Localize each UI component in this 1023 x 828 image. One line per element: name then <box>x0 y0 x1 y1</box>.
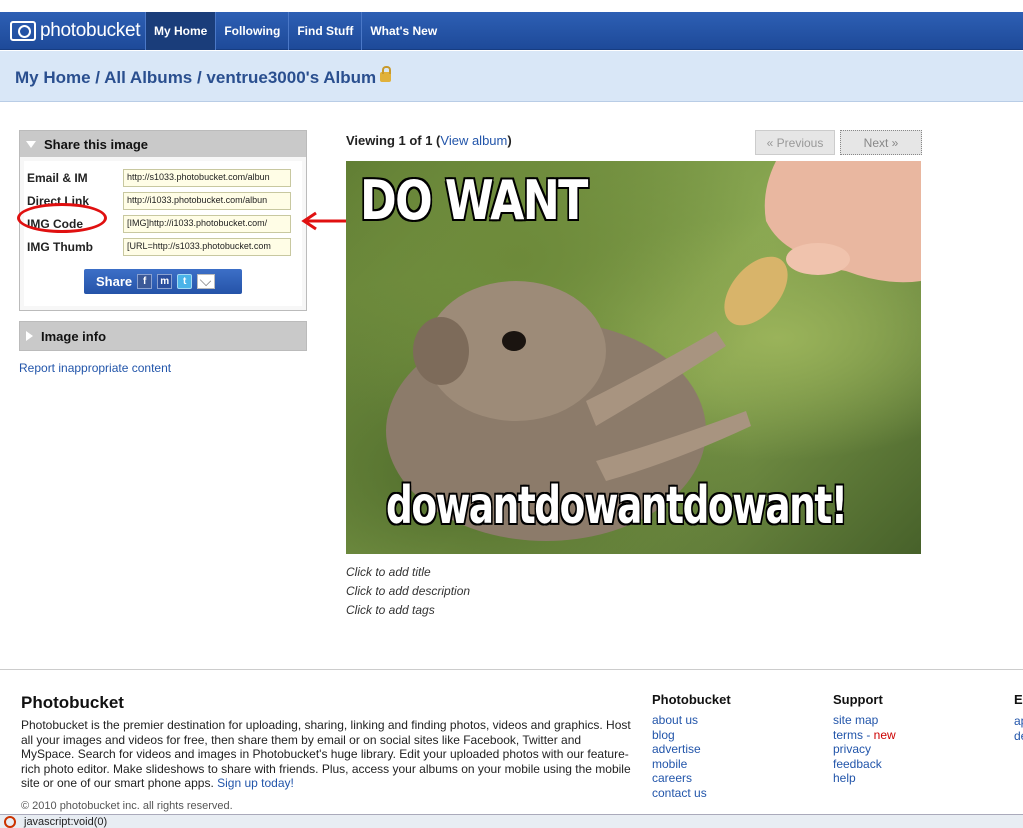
footer-link-careers[interactable]: careers <box>652 771 731 786</box>
lock-icon <box>380 66 392 82</box>
footer-link-privacy[interactable]: privacy <box>833 742 896 757</box>
share-row-thumb: IMG Thumb [URL=http://s1033.photobucket.… <box>27 238 291 256</box>
footer-link-feedback[interactable]: feedback <box>833 757 896 772</box>
share-row-img-code: IMG Code [IMG]http://i1033.photobucket.c… <box>17 203 291 233</box>
footer-link-help[interactable]: help <box>833 771 896 786</box>
main-photo: DO WANT dowantdowantdowant! <box>346 161 921 554</box>
nav-find-stuff[interactable]: Find Stuff <box>288 12 361 50</box>
red-arrow-annotation <box>301 211 350 231</box>
add-title-link[interactable]: Click to add title <box>346 565 431 579</box>
share-panel: Share this image Email & IM http://s1033… <box>17 130 307 311</box>
meme-caption-bottom: dowantdowantdowant! <box>386 476 848 536</box>
share-panel-body: Email & IM http://s1033.photobucket.com/… <box>17 161 302 306</box>
previous-button[interactable]: « Previous <box>755 130 835 155</box>
img-thumb-field[interactable]: [URL=http://s1033.photobucket.com <box>123 238 291 256</box>
report-link[interactable]: Report inappropriate content <box>19 361 171 375</box>
footer-link-site-map[interactable]: site map <box>833 713 896 728</box>
new-badge: new <box>873 727 896 742</box>
logo-text: photobucket <box>40 20 141 41</box>
browser-status-bar: javascript:void(0) <box>0 814 1023 828</box>
footer-link-mobile[interactable]: mobile <box>652 757 731 772</box>
myspace-icon[interactable]: m <box>157 274 173 289</box>
top-nav-bar: photobucket My Home Following Find Stuff… <box>0 12 1023 50</box>
twitter-icon[interactable]: t <box>177 274 193 289</box>
footer-link-blog[interactable]: blog <box>652 728 731 743</box>
squirrel-eye-shape <box>502 331 526 351</box>
email-im-field[interactable]: http://s1033.photobucket.com/albun <box>123 169 291 187</box>
meme-caption-top: DO WANT <box>360 169 588 232</box>
viewing-close: ) <box>507 133 512 148</box>
finger-shape <box>786 243 850 275</box>
share-panel-header[interactable]: Share this image <box>20 131 306 157</box>
footer-col-heading: Support <box>833 692 883 707</box>
collapse-triangle-icon <box>26 140 36 148</box>
nav-whats-new[interactable]: What's New <box>361 12 445 50</box>
expand-triangle-icon <box>26 331 33 341</box>
footer-link-cut-2[interactable]: de <box>1014 729 1023 744</box>
footer-col-cut-links: ap de <box>1014 714 1023 743</box>
img-code-field[interactable]: [IMG]http://i1033.photobucket.com/ <box>123 215 291 233</box>
red-circle-annotation <box>17 203 107 233</box>
breadcrumb: My Home / All Albums / ventrue3000's Alb… <box>15 66 392 88</box>
footer-link-about-us[interactable]: about us <box>652 713 731 728</box>
status-text: javascript:void(0) <box>24 815 108 828</box>
footer-about-text: Photobucket is the premier destination f… <box>21 718 631 790</box>
squirrel-ear-shape <box>413 317 469 385</box>
image-info-panel[interactable]: Image info <box>19 321 307 351</box>
nav-my-home[interactable]: My Home <box>145 12 216 50</box>
email-icon[interactable] <box>197 274 216 289</box>
viewing-counter: Viewing 1 of 1 (View album) <box>346 133 512 148</box>
view-album-link[interactable]: View album <box>440 133 507 148</box>
direct-link-field[interactable]: http://i1033.photobucket.com/albun <box>123 192 291 210</box>
facebook-icon[interactable]: f <box>137 274 153 289</box>
footer-link-advertise[interactable]: advertise <box>652 742 731 757</box>
add-tags-link[interactable]: Click to add tags <box>346 603 435 617</box>
footer-link-contact-us[interactable]: contact us <box>652 786 731 801</box>
camera-icon <box>10 21 36 41</box>
share-row-label: IMG Code <box>17 203 123 233</box>
share-row-email: Email & IM http://s1033.photobucket.com/… <box>27 169 291 187</box>
terms-label: terms - <box>833 727 874 742</box>
footer-col-heading: Photobucket <box>652 692 731 707</box>
breadcrumb-band: My Home / All Albums / ventrue3000's Alb… <box>0 51 1023 102</box>
share-panel-title: Share this image <box>44 136 149 152</box>
nav-following[interactable]: Following <box>215 12 288 50</box>
footer-title: Photobucket <box>21 693 124 712</box>
footer-link-cut-1[interactable]: ap <box>1014 714 1023 729</box>
next-button[interactable]: Next » <box>840 130 922 155</box>
footer-about: Photobucket is the premier destination f… <box>21 718 631 791</box>
main-nav: My Home Following Find Stuff What's New <box>145 12 445 50</box>
footer-col-cut-heading: E <box>1014 692 1023 707</box>
footer-link-terms[interactable]: terms - new <box>833 728 896 743</box>
share-row-label: Email & IM <box>27 171 88 185</box>
footer-col-photobucket: Photobucket about us blog advertise mobi… <box>652 692 731 800</box>
photobucket-logo[interactable]: photobucket <box>10 20 141 42</box>
sign-up-link[interactable]: Sign up today! <box>217 776 294 790</box>
add-description-link[interactable]: Click to add description <box>346 584 470 598</box>
share-row-label: IMG Thumb <box>27 240 93 254</box>
breadcrumb-text[interactable]: My Home / All Albums / ventrue3000's Alb… <box>15 68 376 87</box>
share-button[interactable]: Share f m t <box>84 269 242 294</box>
footer-copyright: © 2010 photobucket inc. all rights reser… <box>21 800 233 812</box>
footer-col-support: Support site map terms - new privacy fee… <box>833 692 896 786</box>
loading-icon <box>4 815 16 828</box>
viewing-text: Viewing 1 of 1 ( <box>346 133 441 148</box>
footer-divider <box>0 669 1023 670</box>
share-button-label: Share <box>96 274 133 289</box>
image-info-title: Image info <box>41 328 107 344</box>
